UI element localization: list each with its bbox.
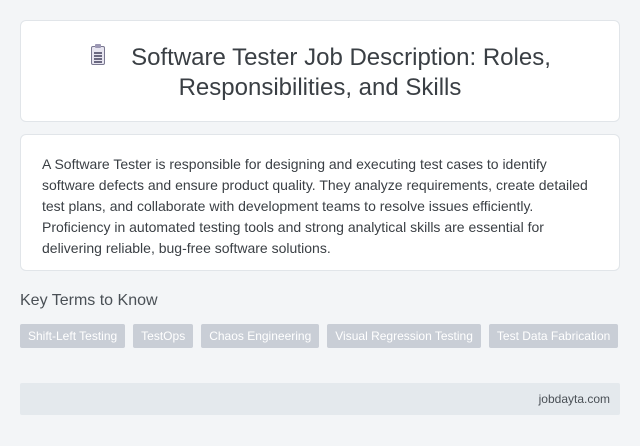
title-wrap: Software Tester Job Description: Roles, … [21, 43, 619, 103]
description-text: A Software Tester is responsible for des… [42, 156, 588, 256]
page-title-line-1: Software Tester Job Description: Roles, [131, 44, 551, 71]
page-title-line-2: Responsibilities, and Skills [178, 74, 462, 101]
footer-site-link[interactable]: jobdayta.com [539, 392, 610, 406]
tag-test-data-fabrication[interactable]: Test Data Fabrication [488, 324, 619, 348]
footer: jobdayta.com [20, 383, 620, 415]
tag-visual-regression-testing[interactable]: Visual Regression Testing [327, 324, 481, 348]
description-card: A Software Tester is responsible for des… [20, 134, 620, 271]
key-terms-heading: Key Terms to Know [20, 292, 158, 309]
tag-chaos-engineering[interactable]: Chaos Engineering [201, 324, 320, 348]
document-clipboard-icon [89, 44, 107, 68]
tag-shift-left-testing[interactable]: Shift-Left Testing [20, 324, 126, 348]
title-card: Software Tester Job Description: Roles, … [20, 20, 620, 122]
key-terms-tags: Shift-Left Testing TestOps Chaos Enginee… [20, 324, 619, 348]
tag-testops[interactable]: TestOps [133, 324, 194, 348]
page-title: Software Tester Job Description: Roles, … [21, 43, 619, 103]
